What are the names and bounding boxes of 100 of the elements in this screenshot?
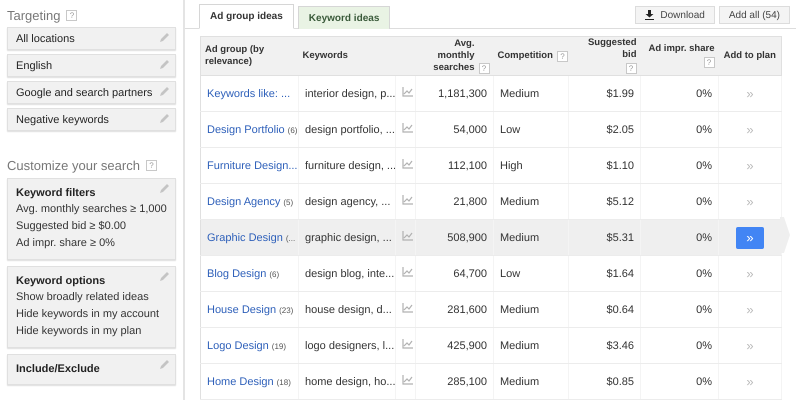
table-cell: 425,900 [447, 340, 487, 352]
table-cell: 21,800 [453, 196, 487, 208]
table-cell: Medium [500, 232, 540, 244]
pencil-icon[interactable] [159, 271, 170, 282]
card-title: Include/Exclude [16, 363, 101, 375]
filter-card[interactable]: Keyword options Show broadly related ideas Hide keywords in my account Hide keywords in my plan [7, 266, 176, 348]
table-cell: $5.31 [606, 232, 634, 244]
keyword-count: (6) [288, 126, 298, 134]
table-cell: 64,700 [453, 268, 487, 280]
targeting-item[interactable]: All locations [7, 27, 176, 50]
ad-group-link[interactable]: Design Agency [207, 196, 280, 208]
table-cell: Low [500, 124, 520, 136]
card-line: Suggested bid ≥ $0.00 [16, 219, 128, 234]
targeting-item[interactable]: Negative keywords [7, 108, 176, 131]
ad-group-link[interactable]: House Design [207, 304, 276, 316]
card-line: Ad impr. share ≥ 0% [16, 236, 116, 251]
table-cell: Medium [500, 88, 540, 100]
column-header: Ad group (by relevance) [205, 44, 264, 67]
table-cell: home design, ho... [305, 376, 394, 388]
line-chart-icon[interactable] [402, 339, 413, 349]
card-line: Hide keywords in my plan [16, 324, 142, 339]
table-cell: 0% [696, 304, 712, 316]
line-chart-icon[interactable] [402, 231, 413, 241]
pencil-icon[interactable] [159, 86, 170, 97]
filter-card[interactable]: Keyword filters Avg. monthly searches ≥ 1,000 Suggested bid ≥ $0.00 Ad impr. share ≥ 0% [7, 178, 176, 260]
download-button[interactable]: Download [635, 6, 715, 24]
table-cell: $1.10 [606, 160, 634, 172]
table-cell: logo designers, l... [305, 340, 394, 352]
add-all-button[interactable]: Add all (54) [718, 6, 790, 24]
table-cell: 0% [696, 196, 712, 208]
add-to-plan-button[interactable]: » [736, 226, 764, 248]
table-cell: $5.12 [606, 196, 634, 208]
pencil-icon[interactable] [159, 59, 170, 70]
filter-card[interactable]: Include/Exclude [7, 354, 176, 385]
line-chart-icon[interactable] [402, 195, 413, 205]
table-cell: Medium [500, 376, 540, 388]
table-cell: house design, d... [305, 304, 392, 316]
section-title: Targeting [7, 8, 60, 22]
column-header: Add to plan [724, 50, 776, 61]
column-header: Keywords [302, 50, 348, 61]
pencil-icon[interactable] [159, 183, 170, 194]
tab[interactable]: Ad group ideas [199, 4, 294, 29]
keyword-count: (6) [269, 270, 280, 278]
keyword-count: (... [286, 234, 296, 242]
targeting-item[interactable]: English [7, 54, 176, 77]
table-cell: 0% [696, 268, 712, 280]
ad-group-link[interactable]: Design Portfolio [207, 124, 285, 136]
table-cell: 0% [696, 232, 712, 244]
table-cell: $1.64 [606, 268, 634, 280]
column-header: Competition [498, 50, 553, 62]
download-icon [645, 10, 654, 20]
ad-group-link[interactable]: Furniture Design... [207, 160, 298, 172]
table-cell: 281,600 [447, 304, 487, 316]
table-cell: 508,900 [447, 232, 487, 244]
table-cell: graphic design, ... [305, 232, 392, 244]
table-cell: design agency, ... [305, 196, 390, 208]
card-title: Keyword options [16, 275, 106, 287]
line-chart-icon[interactable] [402, 159, 413, 169]
table-cell: 0% [696, 340, 712, 352]
table-cell: 0% [696, 88, 712, 100]
column-header: Avg. monthly searches [432, 38, 474, 74]
tab[interactable]: Keyword ideas [298, 6, 390, 29]
table-cell: design portfolio, ... [305, 124, 394, 136]
column-header: Suggested bid [588, 37, 636, 60]
keyword-count: (5) [283, 198, 294, 206]
table-cell: $1.99 [606, 88, 634, 100]
table-cell: Low [500, 268, 520, 280]
table-cell: 0% [696, 376, 712, 388]
pencil-icon[interactable] [159, 359, 170, 370]
keyword-count: (19) [272, 342, 286, 350]
table-cell: $0.85 [606, 376, 634, 388]
pencil-icon[interactable] [159, 32, 170, 43]
table-cell: High [500, 160, 523, 172]
table-cell: 54,000 [453, 124, 487, 136]
card-line: Hide keywords in my account [16, 307, 160, 322]
ad-group-link[interactable]: Blog Design [207, 268, 266, 280]
keyword-count: (18) [276, 378, 291, 386]
line-chart-icon[interactable] [402, 123, 413, 133]
ad-group-link[interactable]: Logo Design [207, 340, 269, 352]
table-cell: 285,100 [447, 376, 487, 388]
table-cell: $3.46 [606, 340, 634, 352]
pencil-icon[interactable] [159, 113, 170, 124]
column-header: Ad impr. share [648, 43, 714, 54]
table-cell: interior design, p... [305, 88, 394, 100]
table-cell: 112,100 [448, 160, 487, 172]
line-chart-icon[interactable] [402, 87, 413, 97]
ad-group-link[interactable]: Graphic Design [207, 232, 283, 244]
ad-group-link[interactable]: Home Design [207, 376, 274, 388]
card-title: Keyword filters [16, 187, 96, 199]
line-chart-icon[interactable] [402, 303, 413, 313]
table-cell: Medium [500, 196, 540, 208]
ad-group-link[interactable]: Keywords like: ... [207, 88, 290, 100]
line-chart-icon[interactable] [402, 375, 413, 385]
card-line: Avg. monthly searches ≥ 1,000 [16, 202, 167, 217]
line-chart-icon[interactable] [402, 267, 413, 277]
table-cell: 0% [696, 124, 712, 136]
table-cell: 0% [696, 160, 712, 172]
table-cell: Medium [500, 304, 540, 316]
targeting-item[interactable]: Google and search partners [7, 81, 176, 104]
table-cell: design blog, inte... [305, 268, 394, 280]
